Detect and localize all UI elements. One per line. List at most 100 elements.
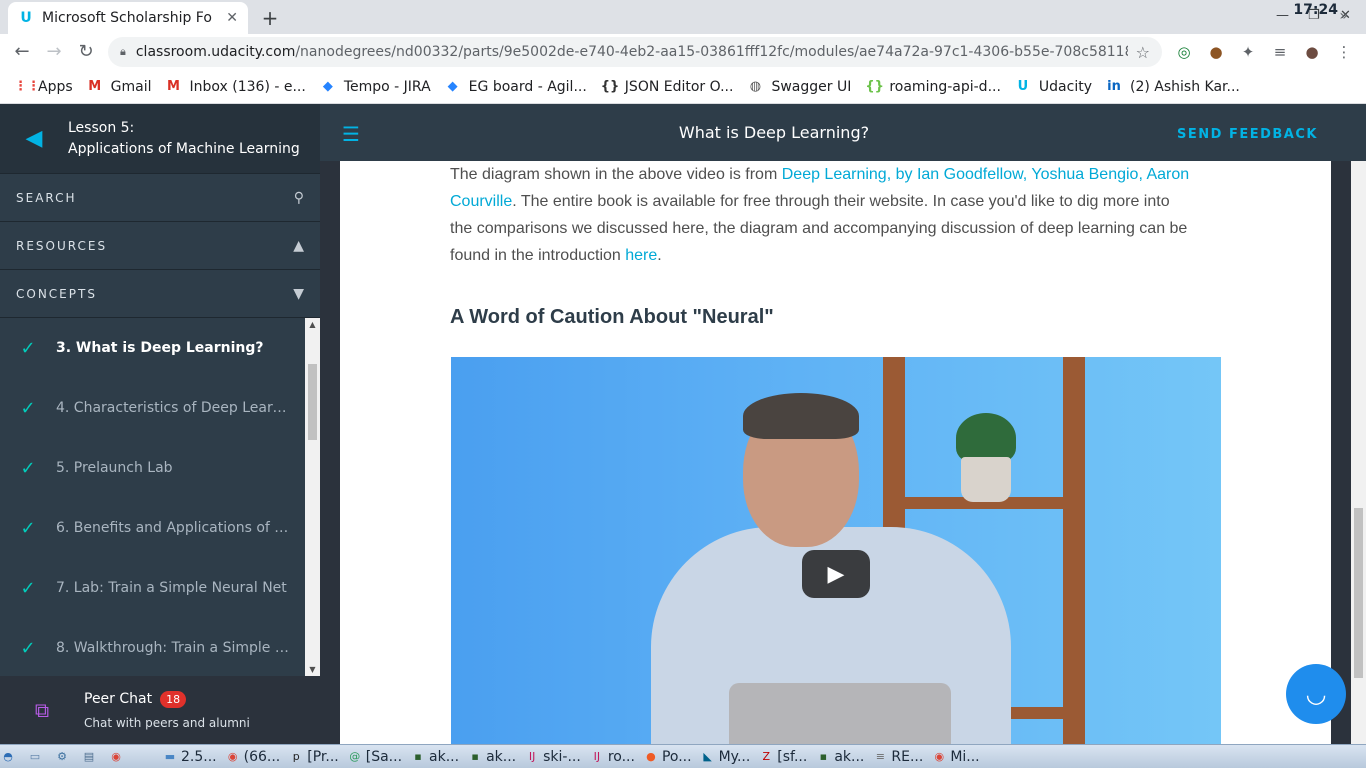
taskbar-item[interactable]: ≡ RE...	[872, 749, 924, 765]
section-heading: A Word of Caution About "Neural"	[450, 306, 774, 328]
bookmark-label: Gmail	[110, 78, 152, 95]
bookmark-item[interactable]: M Gmail	[87, 78, 152, 95]
browser-tab[interactable]: U Microsoft Scholarship Fo ✕	[8, 2, 248, 34]
taskbar-item[interactable]: ▪ ak...	[815, 749, 865, 765]
extension-icon[interactable]: ◎	[1174, 42, 1194, 62]
desktop-icon: ▭	[29, 749, 41, 763]
video-player[interactable]: ▶	[451, 357, 1221, 744]
sidebar-scrollbar[interactable]: ▲ ▼	[305, 318, 320, 676]
concept-item[interactable]: ✓ 4. Characteristics of Deep Learning	[0, 378, 305, 438]
bookmark-item[interactable]: {} roaming-api-d...	[865, 79, 1001, 95]
bookmark-item[interactable]: in (2) Ashish Kar...	[1106, 79, 1240, 95]
mysql-icon: ◣	[703, 749, 712, 763]
taskbar-item[interactable]: ◉ (66...	[225, 748, 281, 765]
bookmark-item[interactable]: U Udacity	[1015, 79, 1092, 95]
start-icon: ◓	[3, 749, 13, 763]
taskbar-item[interactable]: @ [Sa...	[347, 749, 402, 765]
content-scrollbar[interactable]	[1351, 161, 1366, 744]
udacity-icon: U	[1017, 78, 1029, 94]
taskbar-item[interactable]: ▬ 2.5...	[162, 749, 217, 765]
tab-close-icon[interactable]: ✕	[226, 10, 238, 26]
taskbar-label: [Pr...	[307, 748, 339, 765]
taskbar-item[interactable]: p [Pr...	[288, 748, 339, 765]
taskbar-item[interactable]: ▭	[27, 749, 46, 765]
bookmark-label: Swagger UI	[771, 78, 852, 95]
sidebar-scroll-thumb[interactable]	[308, 364, 317, 440]
scroll-up-icon[interactable]: ▲	[305, 320, 320, 329]
taskbar-item[interactable]: ● Po...	[643, 748, 692, 765]
concept-item[interactable]: ✓ 6. Benefits and Applications of De...	[0, 498, 305, 558]
bookmark-item[interactable]: ◆ Tempo - JIRA	[320, 79, 431, 95]
back-triangle-icon[interactable]: ◀	[0, 126, 68, 151]
bookmark-item[interactable]: ◍ Swagger UI	[747, 78, 852, 95]
taskbar-item[interactable]: ▪ ak...	[467, 749, 516, 765]
triangle-down-icon: ▼	[293, 285, 304, 302]
cookie-extension-icon[interactable]: ●	[1206, 42, 1226, 62]
search-label: SEARCH	[16, 190, 77, 205]
concept-label: 7. Lab: Train a Simple Neural Net	[56, 580, 287, 596]
bookmark-item[interactable]: {} JSON Editor O...	[601, 79, 734, 95]
concept-item[interactable]: ✓ 5. Prelaunch Lab	[0, 438, 305, 498]
folder-icon: ▬	[164, 749, 176, 763]
concept-item[interactable]: ✓ 7. Lab: Train a Simple Neural Net	[0, 558, 305, 618]
taskbar-item[interactable]: ⚙	[54, 749, 73, 765]
url-path: /nanodegrees/nd00332/parts/9e5002de-e740…	[295, 44, 1127, 60]
back-arrow-icon[interactable]: ←	[10, 40, 34, 64]
taskbar-item[interactable]: ▪ ak...	[410, 749, 459, 765]
taskbar-item[interactable]: ◣ My...	[700, 749, 750, 765]
taskbar-label: Mi...	[950, 748, 980, 765]
menu-kebab-icon[interactable]: ⋮	[1334, 42, 1354, 62]
send-feedback-link[interactable]: SEND FEEDBACK	[1177, 127, 1318, 142]
plant-pot	[961, 457, 1011, 502]
taskbar-item[interactable]: ◉	[108, 749, 127, 765]
scroll-down-icon[interactable]: ▼	[305, 665, 320, 674]
play-icon[interactable]: ▶	[802, 550, 870, 598]
terminal-icon: ▪	[819, 749, 828, 763]
json-icon: {}	[600, 78, 620, 94]
reload-icon[interactable]: ↻	[74, 40, 98, 64]
swagger-icon: ◍	[749, 78, 762, 94]
bookmark-label: (2) Ashish Kar...	[1130, 78, 1240, 95]
sidebar-concepts[interactable]: CONCEPTS ▼	[0, 270, 320, 318]
jira-icon: ◆	[447, 78, 458, 94]
extensions-puzzle-icon[interactable]: ✦	[1238, 42, 1258, 62]
taskbar-label: [sf...	[777, 748, 808, 765]
taskbar-item[interactable]: IJ ro...	[589, 749, 635, 765]
bookmark-item[interactable]: M Inbox (136) - e...	[166, 79, 306, 95]
bookmark-item[interactable]: ⋮⋮ Apps	[14, 79, 73, 95]
taskbar-label: (66...	[243, 748, 281, 765]
taskbar-item[interactable]: IJ ski-...	[524, 749, 581, 765]
peer-chat[interactable]: ⧉ Peer Chat 18 Chat with peers and alumn…	[0, 676, 320, 744]
taskbar-label: ak...	[486, 748, 517, 765]
taskbar-item[interactable]: ◉ Mi...	[931, 748, 980, 765]
minimize-button[interactable]: —	[1276, 8, 1289, 23]
bookmark-item[interactable]: ◆ EG board - Agil...	[445, 79, 587, 95]
content-paragraph: The diagram shown in the above video is …	[450, 161, 1190, 269]
address-bar[interactable]: 🔒︎ classroom.udacity.com/nanodegrees/nd0…	[108, 37, 1162, 67]
sidebar-search[interactable]: SEARCH ⚲	[0, 174, 320, 222]
page-title: What is Deep Learning?	[678, 123, 870, 142]
bookmark-star-icon[interactable]: ☆	[1136, 43, 1150, 62]
postman-icon: ●	[646, 749, 656, 763]
lesson-header[interactable]: ◀ Lesson 5: Applications of Machine Lear…	[0, 104, 320, 174]
forward-arrow-icon[interactable]: →	[42, 40, 66, 64]
profile-avatar[interactable]: ●	[1302, 42, 1322, 62]
peer-chat-title-row: Peer Chat 18	[84, 690, 250, 708]
taskbar-item[interactable]	[135, 749, 154, 765]
chrome-icon: ◉	[111, 749, 121, 763]
taskbar-item[interactable]: Z [sf...	[758, 748, 808, 765]
concept-item[interactable]: ✓ 3. What is Deep Learning?	[0, 318, 305, 378]
taskbar-label: Po...	[661, 748, 692, 765]
taskbar-item[interactable]: ◓	[0, 749, 19, 765]
taskbar-item[interactable]: ▤	[81, 749, 100, 765]
concept-item[interactable]: ✓ 8. Walkthrough: Train a Simple Ne...	[0, 618, 305, 676]
intercom-chat-icon[interactable]: ◡	[1286, 664, 1346, 724]
bookmark-label: EG board - Agil...	[468, 78, 587, 95]
new-tab-button[interactable]: +	[258, 6, 282, 30]
checkmark-icon: ✓	[20, 397, 36, 419]
bookmarks-overflow-button[interactable]: »	[1339, 8, 1348, 24]
sidebar-resources[interactable]: RESOURCES ▲	[0, 222, 320, 270]
introduction-here-link[interactable]: here	[625, 247, 657, 264]
content-scroll-thumb[interactable]	[1354, 508, 1363, 678]
media-control-icon[interactable]: ≡	[1270, 42, 1290, 62]
